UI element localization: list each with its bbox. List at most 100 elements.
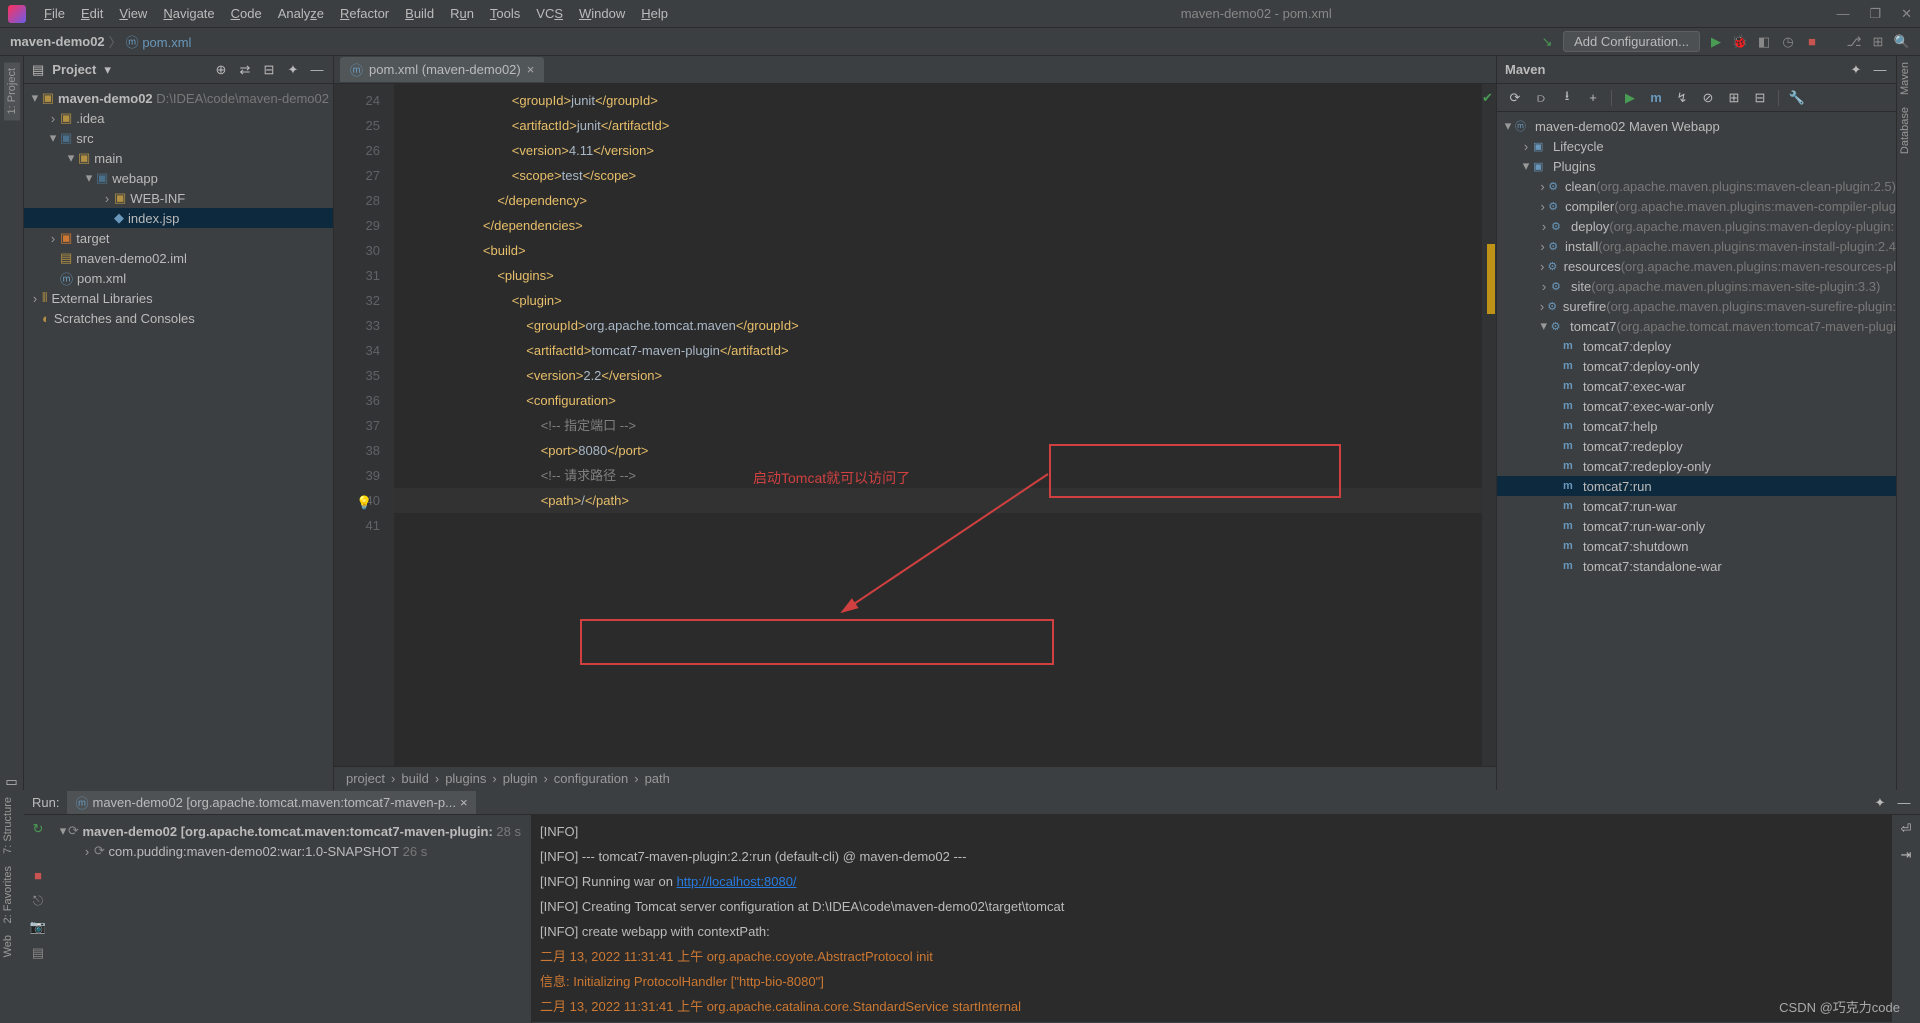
tab-structure[interactable]: 7: Structure bbox=[0, 791, 16, 860]
soft-wrap-icon[interactable]: ⏎ bbox=[1898, 821, 1914, 837]
menu-run[interactable]: Run bbox=[442, 6, 482, 21]
menu-vcs[interactable]: VCS bbox=[528, 6, 571, 21]
breadcrumb-file[interactable]: ⓜ pom.xml bbox=[126, 32, 192, 51]
run-icon[interactable]: ▶ bbox=[1708, 34, 1724, 50]
add-configuration-button[interactable]: Add Configuration... bbox=[1563, 31, 1700, 52]
warning-marker bbox=[1487, 244, 1495, 314]
menu-bar: File Edit View Navigate Code Analyze Ref… bbox=[0, 0, 1920, 28]
menu-window[interactable]: Window bbox=[571, 6, 633, 21]
maven-wrench-icon[interactable]: 🔧 bbox=[1789, 90, 1805, 106]
camera-icon[interactable]: 📷 bbox=[30, 919, 46, 935]
close-run-tab-icon[interactable]: × bbox=[460, 795, 468, 810]
project-icon: ▤ bbox=[32, 62, 44, 78]
settings-icon[interactable]: 🔍 bbox=[1894, 34, 1910, 50]
run-toolbar: ↻ ■ ⎋ 📷 ▤ bbox=[24, 815, 52, 1023]
tab-favorites[interactable]: 2: Favorites bbox=[0, 860, 16, 929]
app-icon bbox=[8, 5, 26, 23]
close-tab-icon[interactable]: × bbox=[527, 62, 535, 77]
right-toolbar: Maven Database bbox=[1896, 56, 1920, 790]
code-area[interactable]: <groupId>junit</groupId> <artifactId>jun… bbox=[394, 84, 1482, 766]
show-deps-icon[interactable]: ⊞ bbox=[1726, 90, 1742, 106]
collapse-icon[interactable]: ⊟ bbox=[261, 62, 277, 78]
maven-goal-tomcat7-help[interactable]: mtomcat7:help bbox=[1497, 416, 1896, 436]
maven-goal-tomcat7-run-war-only[interactable]: mtomcat7:run-war-only bbox=[1497, 516, 1896, 536]
run-label: Run: bbox=[32, 795, 59, 810]
menu-code[interactable]: Code bbox=[223, 6, 270, 21]
menu-file[interactable]: File bbox=[36, 6, 73, 21]
tab-maven[interactable]: Maven bbox=[1897, 56, 1913, 101]
annotation-text: 启动Tomcat就可以访问了 bbox=[753, 468, 910, 488]
tab-project[interactable]: 1: Project bbox=[4, 62, 20, 120]
hide-icon[interactable]: — bbox=[309, 62, 325, 78]
maven-settings-icon[interactable]: ✦ bbox=[1848, 62, 1864, 78]
build-icon[interactable]: ↘ bbox=[1539, 34, 1555, 50]
rerun-icon[interactable]: ↻ bbox=[30, 821, 46, 837]
maven-tree[interactable]: ▾ⓜmaven-demo02 Maven Webapp›▣Lifecycle▾▣… bbox=[1497, 112, 1896, 790]
window-title: maven-demo02 - pom.xml bbox=[676, 6, 1836, 21]
stop-icon[interactable]: ■ bbox=[1804, 34, 1820, 50]
menu-analyze[interactable]: Analyze bbox=[270, 6, 332, 21]
dropdown-icon[interactable]: ▾ bbox=[104, 62, 111, 78]
bookmarks-icon[interactable]: ▭ bbox=[4, 774, 20, 790]
console-output[interactable]: [INFO] [INFO] --- tomcat7-maven-plugin:2… bbox=[532, 815, 1892, 1023]
generate-icon[interactable]: ⫐ bbox=[1533, 90, 1549, 106]
maven-goal-tomcat7-run-war[interactable]: mtomcat7:run-war bbox=[1497, 496, 1896, 516]
close-button[interactable]: ✕ bbox=[1901, 6, 1912, 22]
breadcrumb-project[interactable]: maven-demo02 bbox=[10, 34, 105, 49]
maven-goal-tomcat7-run[interactable]: mtomcat7:run bbox=[1497, 476, 1896, 496]
debug-icon[interactable]: 🐞 bbox=[1732, 34, 1748, 50]
menu-help[interactable]: Help bbox=[633, 6, 676, 21]
run-tree[interactable]: ▾⟳ maven-demo02 [org.apache.tomcat.maven… bbox=[52, 815, 532, 1023]
tab-web[interactable]: Web bbox=[0, 929, 16, 963]
run-hide-icon[interactable]: — bbox=[1896, 795, 1912, 811]
inspection-ok-icon: ✔ bbox=[1482, 90, 1493, 106]
gutter: 242526272829303132333435363738394041 bbox=[334, 84, 394, 766]
menu-tools[interactable]: Tools bbox=[482, 6, 528, 21]
project-tree[interactable]: ▾▣maven-demo02 D:\IDEA\code\maven-demo02… bbox=[24, 84, 333, 790]
menu-edit[interactable]: Edit bbox=[73, 6, 111, 21]
settings-gear-icon[interactable]: ✦ bbox=[285, 62, 301, 78]
git-icon[interactable]: ⎇ bbox=[1846, 34, 1862, 50]
maximize-button[interactable]: ❐ bbox=[1869, 6, 1881, 22]
select-opened-icon[interactable]: ⊕ bbox=[213, 62, 229, 78]
editor-tab-pom[interactable]: ⓜpom.xml (maven-demo02)× bbox=[340, 57, 544, 82]
maven-goal-tomcat7-exec-war[interactable]: mtomcat7:exec-war bbox=[1497, 376, 1896, 396]
reload-icon[interactable]: ⟳ bbox=[1507, 90, 1523, 106]
download-icon[interactable]: ⭳ bbox=[1559, 90, 1575, 106]
maven-hide-icon[interactable]: — bbox=[1872, 62, 1888, 78]
execute-icon[interactable]: m bbox=[1648, 90, 1664, 106]
file-index-jsp: ◆index.jsp bbox=[24, 208, 333, 228]
editor-breadcrumb[interactable]: project› build› plugins› plugin› configu… bbox=[334, 766, 1496, 790]
maven-tool-window: Maven ✦ — ⟳ ⫐ ⭳ + ▶ m ↯ ⊘ ⊞ ⊟ 🔧 ▾ⓜmaven-… bbox=[1496, 56, 1896, 790]
search-icon[interactable]: ⊞ bbox=[1870, 34, 1886, 50]
add-icon[interactable]: + bbox=[1585, 90, 1601, 106]
menu-view[interactable]: View bbox=[111, 6, 155, 21]
maven-goal-tomcat7-redeploy[interactable]: mtomcat7:redeploy bbox=[1497, 436, 1896, 456]
maven-title: Maven bbox=[1505, 62, 1545, 77]
minimize-button[interactable]: — bbox=[1836, 6, 1849, 22]
run-maven-icon[interactable]: ▶ bbox=[1622, 90, 1638, 106]
maven-goal-tomcat7-deploy-only[interactable]: mtomcat7:deploy-only bbox=[1497, 356, 1896, 376]
run-tab[interactable]: ⓜmaven-demo02 [org.apache.tomcat.maven:t… bbox=[67, 791, 475, 814]
scroll-end-icon[interactable]: ⇥ bbox=[1898, 847, 1914, 863]
skip-tests-icon[interactable]: ⊘ bbox=[1700, 90, 1716, 106]
coverage-icon[interactable]: ◧ bbox=[1756, 34, 1772, 50]
pin-icon[interactable]: ⎋ bbox=[30, 893, 46, 909]
maven-goal-tomcat7-exec-war-only[interactable]: mtomcat7:exec-war-only bbox=[1497, 396, 1896, 416]
expand-icon[interactable]: ⇄ bbox=[237, 62, 253, 78]
tab-database[interactable]: Database bbox=[1897, 101, 1913, 160]
menu-navigate[interactable]: Navigate bbox=[155, 6, 222, 21]
maven-goal-tomcat7-deploy[interactable]: mtomcat7:deploy bbox=[1497, 336, 1896, 356]
maven-goal-tomcat7-shutdown[interactable]: mtomcat7:shutdown bbox=[1497, 536, 1896, 556]
maven-goal-tomcat7-standalone-war[interactable]: mtomcat7:standalone-war bbox=[1497, 556, 1896, 576]
run-settings-icon[interactable]: ✦ bbox=[1872, 795, 1888, 811]
menu-build[interactable]: Build bbox=[397, 6, 442, 21]
collapse-all-icon[interactable]: ⊟ bbox=[1752, 90, 1768, 106]
layout-icon[interactable]: ▤ bbox=[30, 945, 46, 961]
stop-run-icon[interactable]: ■ bbox=[30, 867, 46, 883]
menu-refactor[interactable]: Refactor bbox=[332, 6, 397, 21]
run-tool-window: 7: Structure 2: Favorites Web Run: ⓜmave… bbox=[0, 790, 1920, 1022]
toggle-offline-icon[interactable]: ↯ bbox=[1674, 90, 1690, 106]
maven-goal-tomcat7-redeploy-only[interactable]: mtomcat7:redeploy-only bbox=[1497, 456, 1896, 476]
profile-icon[interactable]: ◷ bbox=[1780, 34, 1796, 50]
